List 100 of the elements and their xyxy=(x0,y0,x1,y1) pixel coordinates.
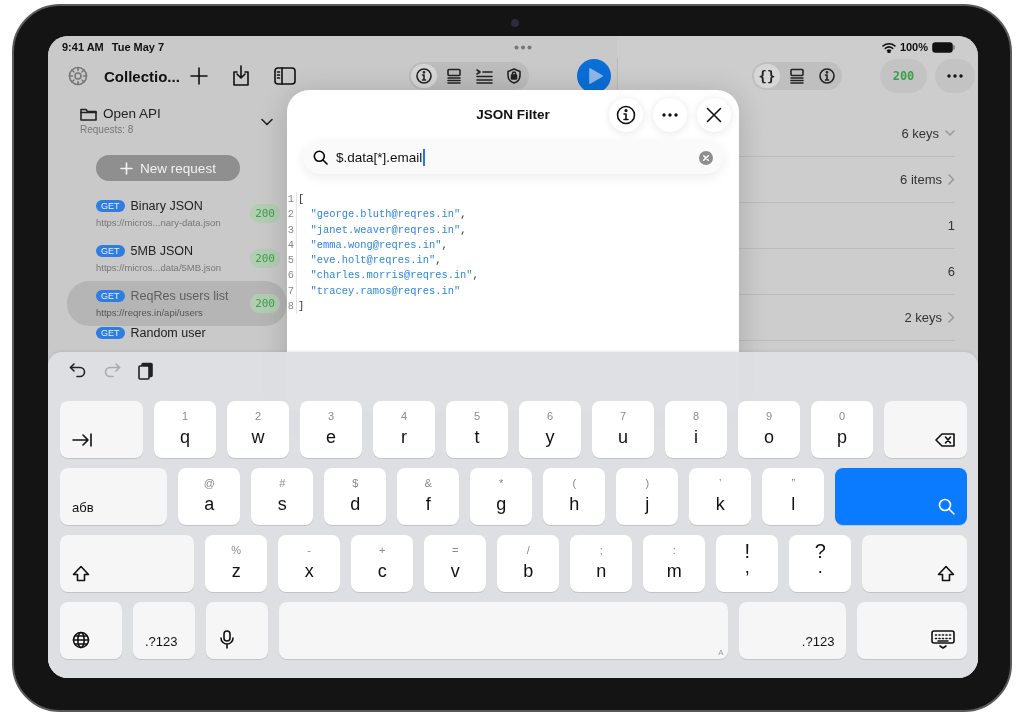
line-number: 1 xyxy=(287,192,297,208)
status-code-badge: 200 xyxy=(880,59,927,93)
key[interactable]: / b xyxy=(497,535,560,592)
key[interactable]: 2 w xyxy=(227,401,289,458)
key[interactable]: ? . xyxy=(789,535,852,592)
tree-value: 1 xyxy=(947,218,955,233)
key[interactable]: # s xyxy=(251,468,314,525)
key[interactable]: $ d xyxy=(324,468,387,525)
key[interactable]: 9 o xyxy=(738,401,800,458)
key[interactable]: : m xyxy=(643,535,706,592)
key[interactable]: ! , xyxy=(716,535,779,592)
line-number: 4 xyxy=(287,237,297,254)
indent-list-icon xyxy=(475,68,493,84)
key[interactable]: 5 t xyxy=(446,401,508,458)
wifi-icon xyxy=(881,41,896,53)
chevron-down-icon xyxy=(261,118,273,126)
more-button[interactable] xyxy=(935,59,975,93)
search-icon xyxy=(313,150,328,165)
search-icon xyxy=(938,498,955,515)
key[interactable]: ) j xyxy=(616,468,679,525)
code-line: "janet.weaver@reqres.in", xyxy=(309,222,467,238)
add-button[interactable] xyxy=(190,67,208,85)
status-time: 9:41 AM xyxy=(62,41,104,53)
status-badge: 200 xyxy=(250,249,280,268)
code-line: ] xyxy=(297,299,305,315)
key[interactable]: ( h xyxy=(543,468,606,525)
plus-icon xyxy=(190,67,208,85)
line-number: 5 xyxy=(287,253,297,269)
key[interactable] xyxy=(206,602,268,659)
status-date: Tue May 7 xyxy=(111,41,165,53)
paste-button[interactable] xyxy=(137,362,155,380)
key[interactable]: абв xyxy=(60,468,168,525)
play-icon xyxy=(588,68,603,84)
undo-icon xyxy=(69,362,87,380)
code-line: "george.bluth@reqres.in", xyxy=(309,207,467,223)
more-button[interactable] xyxy=(653,98,687,132)
key[interactable]: = v xyxy=(424,535,487,592)
key[interactable]: ; n xyxy=(570,535,633,592)
key[interactable] xyxy=(60,602,122,659)
key[interactable]: 4 r xyxy=(373,401,435,458)
key[interactable] xyxy=(884,401,967,458)
filter-query: $.data[*].email xyxy=(336,150,423,165)
sidebar-button[interactable] xyxy=(274,67,296,85)
key[interactable]: ’ k xyxy=(689,468,752,525)
backspace-icon xyxy=(935,432,955,448)
camera-icon xyxy=(509,17,521,29)
globe-icon xyxy=(72,631,90,649)
more-icon xyxy=(662,113,678,117)
key[interactable]: 7 u xyxy=(592,401,654,458)
info-icon xyxy=(819,68,835,84)
clear-icon xyxy=(699,150,713,165)
key[interactable]: 8 i xyxy=(665,401,727,458)
tree-value: 6 xyxy=(947,264,955,279)
key[interactable] xyxy=(857,602,967,659)
import-button[interactable] xyxy=(231,65,251,87)
request-item[interactable]: GET Binary JSON https://micros...nary-data.json 200 xyxy=(67,191,287,236)
collection-title: Collectio... xyxy=(104,67,180,85)
key[interactable]: 0 p xyxy=(811,401,873,458)
layout-icon xyxy=(789,68,805,84)
key[interactable]: .?123 xyxy=(133,602,195,659)
tree-value: 2 keys xyxy=(904,310,942,325)
code-line: "eve.holt@reqres.in", xyxy=(309,253,442,269)
request-item[interactable]: GET Random user xyxy=(67,326,287,350)
folder-name[interactable]: Open API xyxy=(103,106,161,121)
tree-value: 6 items xyxy=(900,172,942,187)
more-icon xyxy=(947,74,963,78)
request-item[interactable]: GET 5MB JSON https://micros...data/5MB.json 200 xyxy=(67,236,287,281)
key[interactable]: 6 y xyxy=(519,401,581,458)
method-badge: GET xyxy=(96,327,125,339)
more-dots-icon xyxy=(514,44,532,50)
method-badge: GET xyxy=(96,245,125,257)
view-tab[interactable]: {} xyxy=(754,64,780,88)
info-tab[interactable] xyxy=(411,64,437,88)
key[interactable]: & f xyxy=(397,468,460,525)
key[interactable]: ” l xyxy=(762,468,825,525)
undo-button[interactable] xyxy=(69,362,87,380)
key[interactable]: + c xyxy=(351,535,414,592)
key[interactable]: % z xyxy=(205,535,268,592)
request-item[interactable]: GET ReqRes users list https://reqres.in/api/users 200 xyxy=(67,281,287,326)
key[interactable]: 1 q xyxy=(154,401,216,458)
code-line: "tracey.ramos@reqres.in" xyxy=(309,283,461,299)
battery-percent: 100% xyxy=(899,41,928,53)
run-button[interactable] xyxy=(577,59,611,93)
method-badge: GET xyxy=(96,290,125,302)
microphone-icon xyxy=(218,630,236,649)
line-number: 8 xyxy=(287,299,297,315)
key[interactable]: @ a xyxy=(178,468,241,525)
shield-icon xyxy=(506,68,522,84)
key[interactable]: .?123 xyxy=(738,602,847,659)
folder-icon xyxy=(80,106,97,121)
tree-value: 6 keys xyxy=(901,126,939,141)
key[interactable]: 3 e xyxy=(300,401,362,458)
download-icon xyxy=(231,65,251,87)
info-button[interactable] xyxy=(609,98,643,132)
key[interactable]: * g xyxy=(470,468,533,525)
filter-field[interactable]: $.data[*].email xyxy=(303,141,723,174)
close-button[interactable] xyxy=(697,98,731,132)
shift-icon xyxy=(937,565,955,582)
key[interactable]: - x xyxy=(278,535,341,592)
code-line: [ xyxy=(297,192,305,207)
